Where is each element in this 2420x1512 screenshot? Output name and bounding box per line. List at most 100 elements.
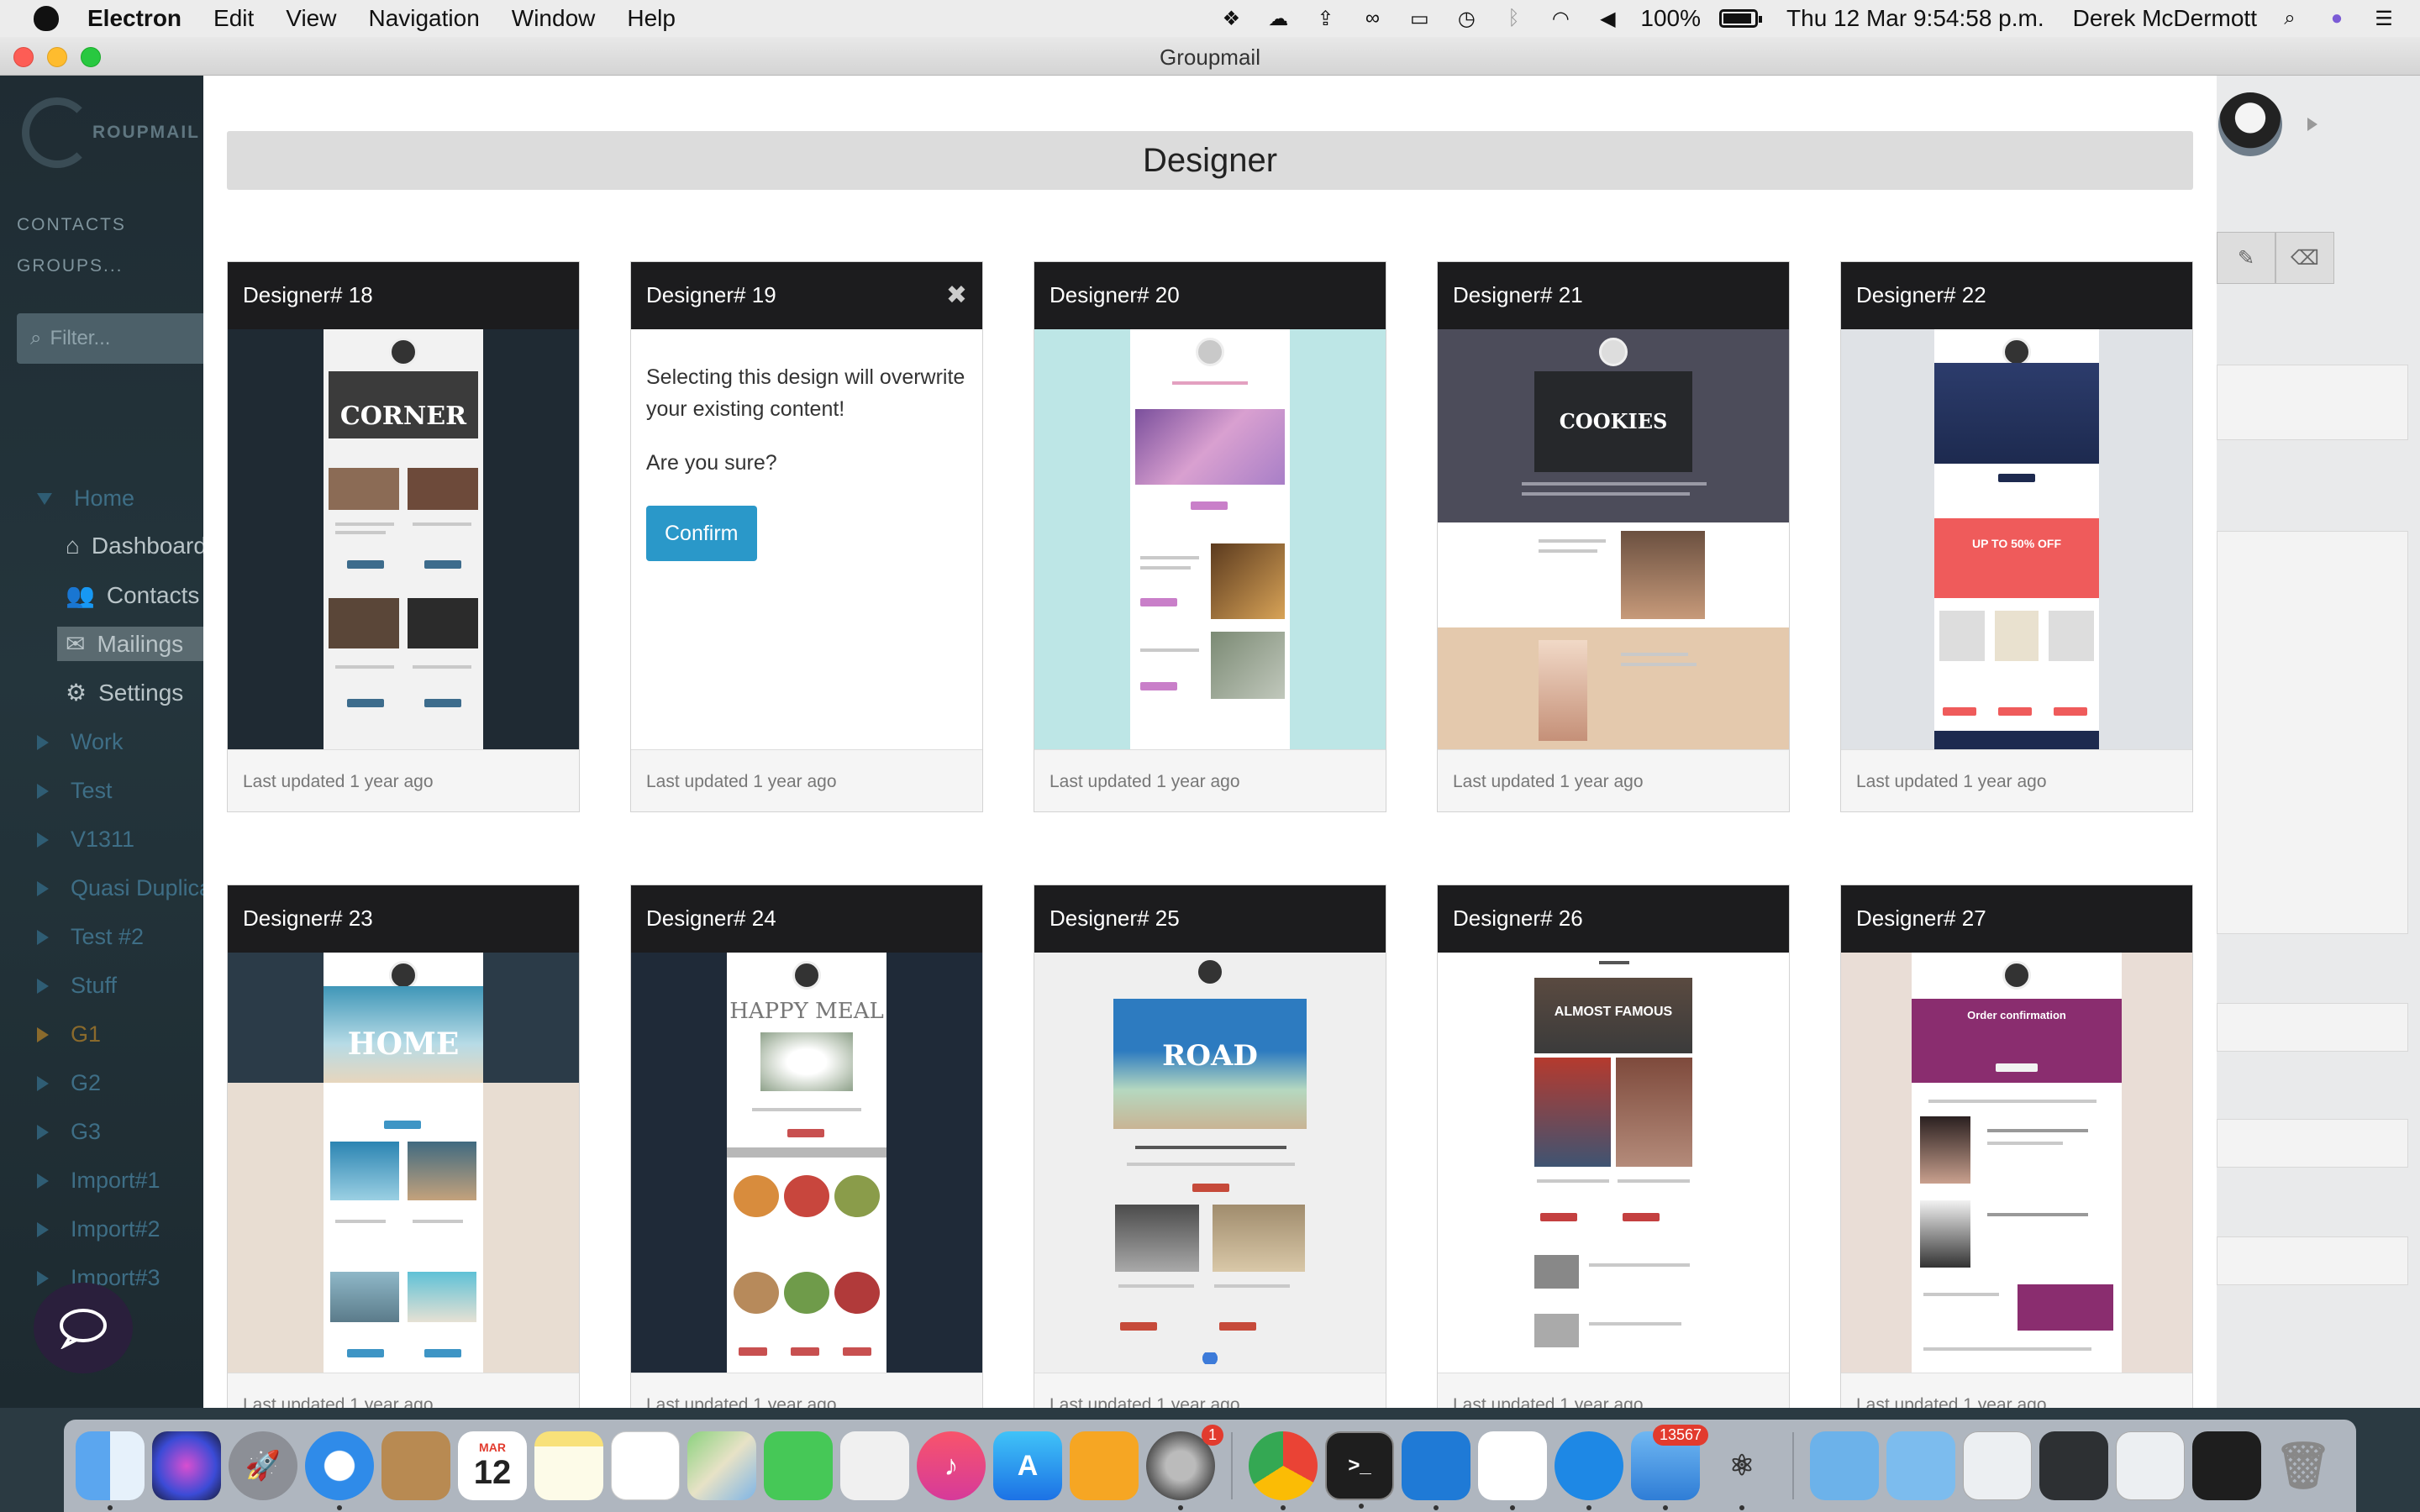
tree-item-group[interactable]: Quasi Duplicate xyxy=(37,875,203,901)
design-card-18[interactable]: Designer# 18 CORNER Last updated 1 year … xyxy=(227,261,580,812)
pages-icon[interactable] xyxy=(1070,1431,1139,1500)
edit-button[interactable]: ✎ xyxy=(2217,232,2275,284)
chevron-right-icon[interactable] xyxy=(37,978,49,994)
system-preferences-icon[interactable]: 1 xyxy=(1146,1425,1223,1510)
reminders-icon[interactable] xyxy=(611,1431,680,1500)
mail-icon[interactable]: 13567 xyxy=(1631,1425,1708,1510)
tree-item-group[interactable]: Work xyxy=(37,729,124,755)
siri-icon[interactable]: ● xyxy=(2323,7,2351,29)
menu-view[interactable]: View xyxy=(286,5,336,32)
tree-item-group[interactable]: Test xyxy=(37,778,113,804)
design-thumbnail[interactable]: CORNER xyxy=(228,329,579,749)
menu-app-name[interactable]: Electron xyxy=(87,5,182,32)
close-icon[interactable]: ✖ xyxy=(946,281,967,310)
window-thumbnail[interactable] xyxy=(2116,1431,2185,1500)
chevron-right-icon[interactable] xyxy=(37,734,49,750)
glasses-icon[interactable]: ∞ xyxy=(1358,7,1386,29)
contacts-app-icon[interactable] xyxy=(381,1431,450,1500)
chevron-down-icon[interactable] xyxy=(37,492,52,505)
location-app-icon[interactable] xyxy=(1555,1431,1623,1510)
sidebar-item-mailings[interactable]: ✉ Mailings xyxy=(57,627,203,661)
wifi-icon[interactable]: ◠ xyxy=(1546,8,1575,30)
chevron-right-icon[interactable] xyxy=(37,832,49,848)
launchpad-icon[interactable]: 🚀 xyxy=(229,1431,297,1500)
downloads-folder-icon[interactable] xyxy=(1886,1431,1955,1500)
user-name[interactable]: Derek McDermott xyxy=(2073,5,2257,32)
documents-folder-icon[interactable] xyxy=(1810,1431,1879,1500)
cloud-upload-icon[interactable]: ⇪ xyxy=(1311,8,1339,30)
tree-item-group[interactable]: Stuff xyxy=(37,973,117,999)
tree-item-group[interactable]: G2 xyxy=(37,1070,101,1096)
numbers-icon[interactable] xyxy=(840,1431,909,1500)
menu-help[interactable]: Help xyxy=(627,5,676,32)
chevron-right-icon[interactable] xyxy=(37,1026,49,1042)
chevron-right-icon[interactable] xyxy=(37,1221,49,1237)
avatar[interactable] xyxy=(2218,92,2282,156)
airplay-icon[interactable]: ▭ xyxy=(1405,8,1434,30)
contacts-heading[interactable]: CONTACTS xyxy=(17,215,126,235)
window-thumbnail[interactable] xyxy=(1963,1431,2032,1500)
sidebar-item-dashboard[interactable]: ⌂ Dashboard xyxy=(66,533,203,559)
delete-button[interactable]: ⌫ xyxy=(2275,232,2334,284)
menu-edit[interactable]: Edit xyxy=(213,5,254,32)
design-thumbnail[interactable]: UP TO 50% OFF xyxy=(1841,329,2192,749)
design-thumbnail[interactable]: ALMOST FAMOUS xyxy=(1438,953,1789,1373)
design-thumbnail[interactable]: HOME xyxy=(228,953,579,1373)
design-card-26[interactable]: Designer# 26 ALMOST FAMOUS Last updated … xyxy=(1437,885,1790,1408)
design-card-24[interactable]: Designer# 24 HAPPY MEAL Last updated 1 y… xyxy=(630,885,983,1408)
finder-icon[interactable] xyxy=(76,1431,145,1510)
chevron-right-icon[interactable] xyxy=(37,1075,49,1091)
design-card-20[interactable]: Designer# 20 Last updated 1 year ago xyxy=(1034,261,1386,812)
apple-icon[interactable] xyxy=(34,6,59,31)
tree-item-group[interactable]: Test #2 xyxy=(37,924,144,950)
chevron-right-icon[interactable] xyxy=(37,1173,49,1189)
music-icon[interactable]: ♪ xyxy=(917,1431,986,1500)
notes-icon[interactable] xyxy=(534,1431,603,1500)
vscode-icon[interactable] xyxy=(1402,1431,1470,1510)
atom-icon[interactable]: ⚛ xyxy=(1707,1431,1776,1510)
chevron-right-icon[interactable] xyxy=(37,1270,49,1286)
bluetooth-icon[interactable]: ᛒ xyxy=(1499,7,1528,29)
calendar-icon[interactable]: MAR 12 xyxy=(458,1431,527,1500)
design-thumbnail[interactable]: ROAD xyxy=(1034,953,1386,1373)
sidebar-item-settings[interactable]: ⚙ Settings xyxy=(66,679,183,706)
design-thumbnail[interactable]: COOKIES xyxy=(1438,329,1789,749)
design-thumbnail[interactable]: HAPPY MEAL xyxy=(631,953,982,1373)
siri-dock-icon[interactable] xyxy=(152,1431,221,1500)
tree-item-home[interactable]: Home xyxy=(37,486,134,512)
app-store-icon[interactable]: A xyxy=(993,1431,1062,1500)
clock[interactable]: Thu 12 Mar 9:54:58 p.m. xyxy=(1786,5,2044,32)
safari-icon[interactable] xyxy=(305,1431,374,1510)
time-machine-icon[interactable]: ◷ xyxy=(1452,8,1481,30)
trash-icon[interactable]: 🗑 xyxy=(2269,1431,2338,1500)
caret-right-icon[interactable] xyxy=(2307,118,2317,131)
design-card-27[interactable]: Designer# 27 Order confirmation Last upd… xyxy=(1840,885,2193,1408)
dropbox-icon[interactable]: ❖ xyxy=(1217,8,1245,30)
tree-item-group[interactable]: G3 xyxy=(37,1119,101,1145)
menu-navigation[interactable]: Navigation xyxy=(368,5,479,32)
tree-item-group[interactable]: Import#2 xyxy=(37,1216,160,1242)
chevron-right-icon[interactable] xyxy=(37,929,49,945)
maps-icon[interactable] xyxy=(687,1431,756,1500)
design-card-23[interactable]: Designer# 23 HOME Last updated 1 year ag… xyxy=(227,885,580,1408)
notification-center-icon[interactable]: ☰ xyxy=(2370,8,2398,30)
design-card-19[interactable]: Designer# 19 ✖ Selecting this design wil… xyxy=(630,261,983,812)
tree-item-group[interactable]: G1 xyxy=(37,1021,101,1047)
design-card-22[interactable]: Designer# 22 UP TO 50% OFF Last updated … xyxy=(1840,261,2193,812)
menu-window[interactable]: Window xyxy=(512,5,596,32)
sidebar-item-contacts[interactable]: 👥 Contacts xyxy=(66,581,199,609)
filter-input[interactable]: ⌕ Filter... xyxy=(17,313,203,364)
facetime-icon[interactable] xyxy=(764,1431,833,1500)
design-thumbnail[interactable] xyxy=(1034,329,1386,749)
window-thumbnail[interactable] xyxy=(2192,1431,2261,1500)
slack-icon[interactable] xyxy=(1478,1431,1547,1510)
confirm-button[interactable]: Confirm xyxy=(646,506,757,561)
chevron-right-icon[interactable] xyxy=(37,1124,49,1140)
chat-button[interactable] xyxy=(34,1283,133,1373)
volume-icon[interactable]: ◀ xyxy=(1593,8,1622,30)
chevron-right-icon[interactable] xyxy=(37,880,49,896)
design-card-25[interactable]: Designer# 25 ROAD Last updated 1 year ag… xyxy=(1034,885,1386,1408)
terminal-icon[interactable]: >_ xyxy=(1325,1431,1394,1509)
spotlight-icon[interactable]: ⌕ xyxy=(2275,7,2304,29)
tree-item-group[interactable]: V1311 xyxy=(37,827,134,853)
